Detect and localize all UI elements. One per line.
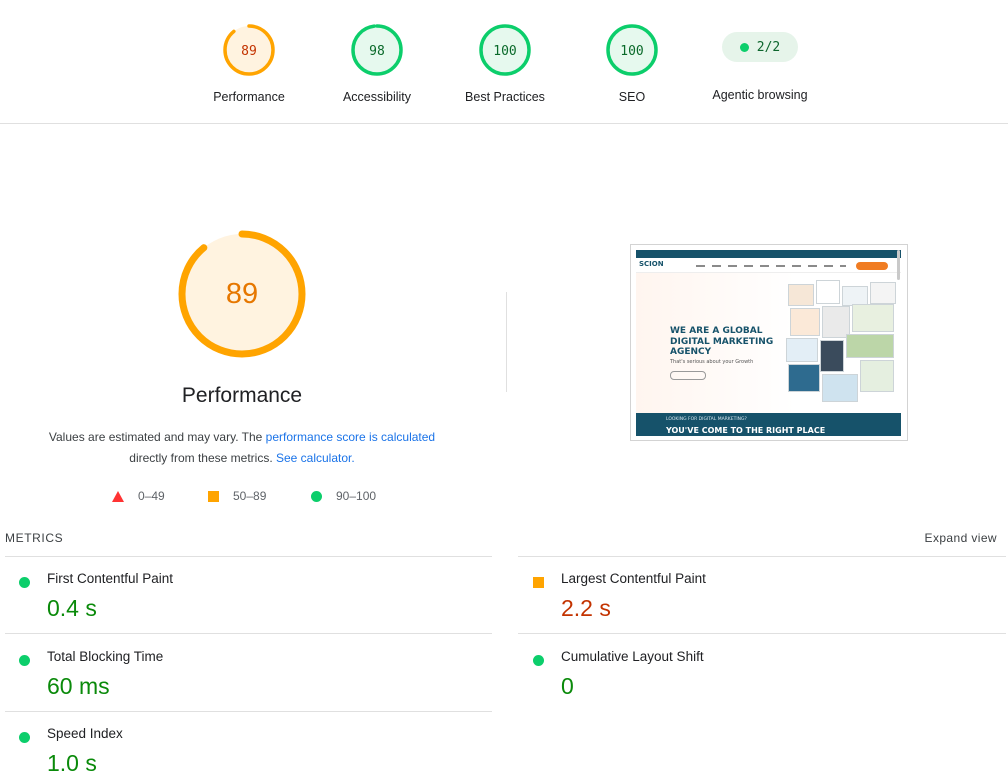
legend-pass-range: 90–100 bbox=[336, 489, 377, 503]
performance-score: 89 bbox=[226, 278, 258, 310]
gauge-performance-score: 89 bbox=[241, 44, 257, 59]
gauge-seo-score: 100 bbox=[620, 44, 643, 59]
gauge-performance-label: Performance bbox=[213, 90, 285, 104]
agentic-browsing-value: 2/2 bbox=[756, 39, 781, 55]
metric-value: 0 bbox=[561, 673, 574, 699]
gauge-best-practices[interactable]: 100 Best Practices bbox=[445, 22, 565, 104]
pass-circle-icon bbox=[19, 732, 30, 743]
performance-gauge: 89 bbox=[178, 230, 306, 358]
thumbnail-headline-1: WE ARE A GLOBAL bbox=[670, 326, 763, 336]
legend-fail: 0–49 bbox=[112, 489, 165, 503]
gauge-accessibility-score: 98 bbox=[369, 44, 385, 59]
thumbnail-footer-small: LOOKING FOR DIGITAL MARKETING? bbox=[666, 417, 747, 422]
metric-divider bbox=[518, 556, 1006, 557]
gauge-performance-ring: 89 bbox=[223, 24, 275, 76]
desc-text-2: directly from these metrics. bbox=[129, 451, 276, 465]
metric-name: Speed Index bbox=[47, 726, 123, 741]
category-summary-bar: 89 Performance 98 Accessibility 100 Best… bbox=[0, 0, 1008, 124]
metric-name: Largest Contentful Paint bbox=[561, 571, 706, 586]
thumbnail-scrollbar bbox=[897, 250, 900, 280]
metric-name: Total Blocking Time bbox=[47, 649, 164, 664]
gauge-seo-label: SEO bbox=[618, 90, 646, 104]
metric-value: 1.0 s bbox=[47, 750, 97, 776]
thumbnail-logo: SCION bbox=[639, 260, 664, 268]
thumbnail-collage bbox=[786, 280, 898, 410]
thumbnail-cta bbox=[856, 262, 888, 270]
thumbnail-nav-links bbox=[696, 265, 846, 267]
metrics-heading: METRICS bbox=[5, 531, 64, 545]
metric-divider bbox=[5, 556, 492, 557]
gauge-best-practices-ring: 100 bbox=[479, 24, 531, 76]
legend-average-range: 50–89 bbox=[233, 489, 267, 503]
gauge-seo[interactable]: 100 SEO bbox=[572, 22, 692, 104]
thumbnail-footer-big: YOU'VE COME TO THE RIGHT PLACE bbox=[666, 426, 826, 435]
pass-circle-icon bbox=[533, 655, 544, 666]
metric-divider bbox=[518, 633, 1006, 634]
agentic-browsing-badge[interactable]: 2/2 bbox=[722, 32, 798, 62]
final-screenshot-thumbnail[interactable]: SCION WE ARE A GLOBAL DIGITAL MARKETING … bbox=[630, 244, 908, 441]
pass-circle-icon bbox=[311, 490, 322, 502]
gauge-seo-ring: 100 bbox=[606, 24, 658, 76]
metric-name: Cumulative Layout Shift bbox=[561, 649, 704, 664]
average-square-icon bbox=[208, 490, 219, 502]
thumbnail-page: SCION WE ARE A GLOBAL DIGITAL MARKETING … bbox=[636, 250, 901, 436]
performance-description: Values are estimated and may vary. The p… bbox=[20, 427, 464, 469]
score-calculated-link[interactable]: performance score is calculated bbox=[266, 430, 435, 444]
see-calculator-link[interactable]: See calculator. bbox=[276, 451, 355, 465]
average-square-icon bbox=[533, 577, 544, 588]
thumbnail-headline-3: AGENCY bbox=[670, 347, 712, 357]
thumbnail-subline: That's serious about your Growth bbox=[670, 359, 754, 365]
gauge-best-practices-score: 100 bbox=[493, 44, 516, 59]
thumbnail-headline-2: DIGITAL MARKETING bbox=[670, 336, 774, 347]
gauge-accessibility-label: Accessibility bbox=[342, 90, 412, 104]
thumbnail-button bbox=[670, 371, 706, 380]
metric-divider bbox=[5, 633, 492, 634]
vertical-divider bbox=[506, 292, 507, 392]
legend-fail-range: 0–49 bbox=[138, 489, 165, 503]
expand-view-toggle[interactable]: Expand view bbox=[925, 531, 997, 545]
metric-value: 0.4 s bbox=[47, 595, 97, 621]
gauge-performance[interactable]: 89 Performance bbox=[189, 22, 309, 104]
thumbnail-topbar bbox=[636, 250, 901, 258]
legend-pass: 90–100 bbox=[311, 489, 376, 503]
pass-dot-icon bbox=[739, 42, 749, 52]
fail-triangle-icon bbox=[112, 490, 124, 502]
desc-text: Values are estimated and may vary. The bbox=[48, 430, 266, 444]
gauge-accessibility[interactable]: 98 Accessibility bbox=[317, 22, 437, 104]
metric-divider bbox=[5, 711, 492, 712]
agentic-browsing-label: Agentic browsing bbox=[712, 88, 808, 102]
pass-circle-icon bbox=[19, 655, 30, 666]
performance-title: Performance bbox=[181, 384, 303, 407]
metric-value: 2.2 s bbox=[561, 595, 611, 621]
metric-name: First Contentful Paint bbox=[47, 571, 174, 586]
legend-average: 50–89 bbox=[208, 489, 266, 503]
metric-value: 60 ms bbox=[47, 673, 110, 699]
thumbnail-headline: WE ARE A GLOBAL DIGITAL MARKETING AGENCY bbox=[670, 326, 773, 358]
gauge-accessibility-ring: 98 bbox=[351, 24, 403, 76]
gauge-best-practices-label: Best Practices bbox=[465, 90, 545, 104]
pass-circle-icon bbox=[19, 577, 30, 588]
